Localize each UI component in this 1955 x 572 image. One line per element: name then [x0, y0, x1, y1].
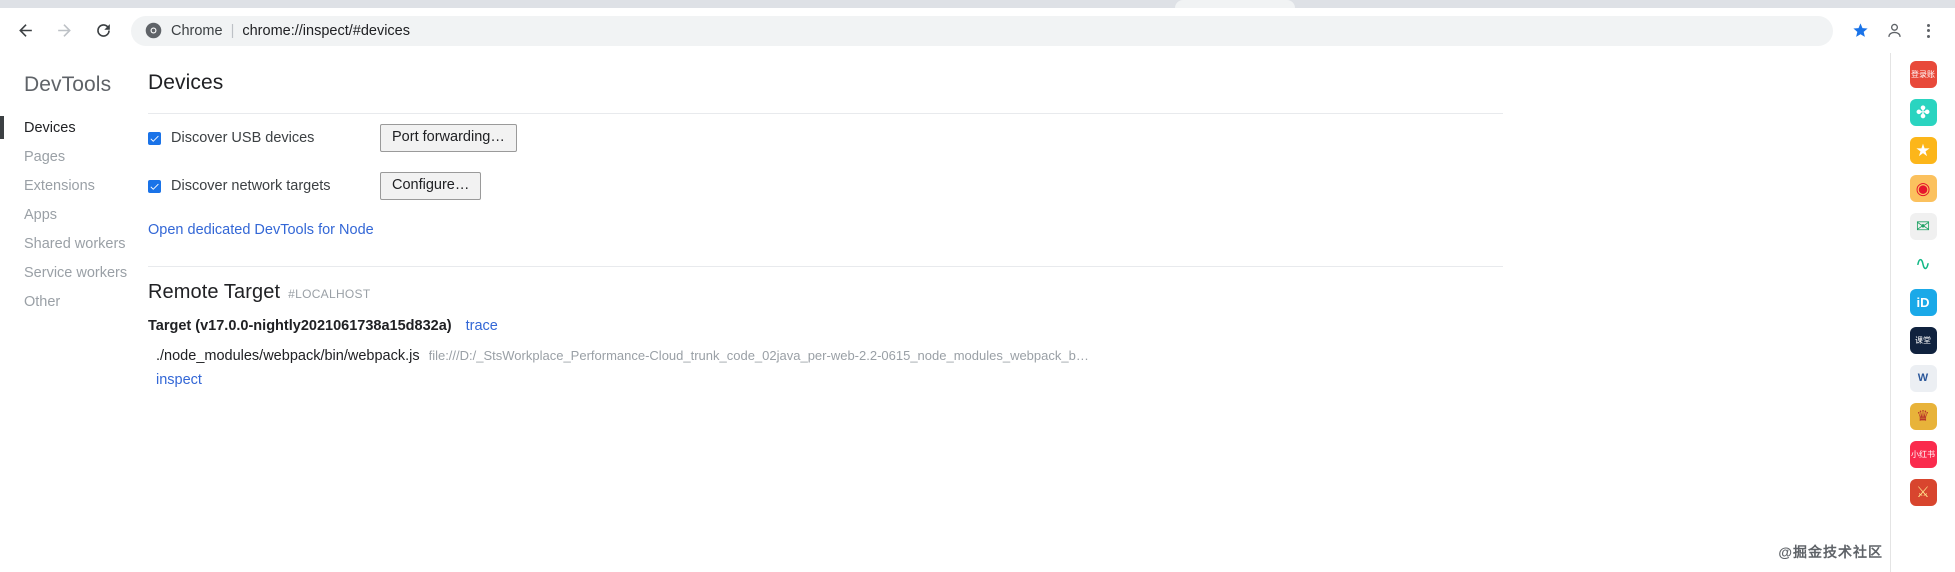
page-title: Devices	[148, 71, 224, 94]
wangjiao-extension-icon-glyph: 课堂	[1915, 335, 1931, 345]
sidebar-item-label: Shared workers	[24, 235, 126, 252]
clover-extension-icon-glyph: ✤	[1915, 103, 1931, 122]
id-extension-icon-glyph: iD	[1916, 295, 1930, 310]
cloud-extension-icon-glyph: ∿	[1915, 254, 1931, 275]
remote-target-subtitle: #LOCALHOST	[288, 287, 371, 301]
browser-tab[interactable]	[1175, 0, 1295, 8]
discover-network-targets-checkbox[interactable]	[148, 179, 161, 193]
browser-window: Chrome | chrome://inspect/#devices DevTo…	[0, 0, 1955, 572]
target-script-path: ./node_modules/webpack/bin/webpack.js	[156, 348, 420, 364]
discover-usb-devices-row: Discover USB devices Port forwarding…	[148, 114, 1503, 162]
omnibox-url-text: chrome://inspect/#devices	[242, 22, 410, 39]
chrome-logo-icon	[145, 22, 162, 39]
target-file-url: file:///D:/_StsWorkplace_Performance-Clo…	[428, 348, 1089, 363]
discover-network-targets-label: Discover network targets	[171, 178, 331, 194]
target-name-row: Target (v17.0.0-nightly2021061738a15d832…	[148, 318, 1503, 334]
game-avatar-extension-icon[interactable]: ♛	[1909, 403, 1937, 430]
target-detail-row: ./node_modules/webpack/bin/webpack.js fi…	[148, 348, 1503, 364]
star-filled-icon[interactable]	[1845, 16, 1875, 46]
open-dedicated-devtools-for-node-link[interactable]: Open dedicated DevTools for Node	[148, 222, 374, 238]
back-arrow-icon[interactable]	[8, 14, 42, 48]
word-doc-extension-icon-glyph: W	[1917, 372, 1929, 384]
star-extension-icon-glyph: ★	[1915, 141, 1931, 160]
discover-usb-devices-label: Discover USB devices	[171, 130, 315, 146]
three-dot-menu-icon[interactable]	[1913, 16, 1943, 46]
weibo-extension-icon[interactable]: ◉	[1909, 175, 1937, 202]
game-avatar-extension-icon-glyph: ♛	[1916, 408, 1930, 425]
configure-button[interactable]: Configure…	[380, 172, 482, 200]
target-name: Target (v17.0.0-nightly2021061738a15d832…	[148, 318, 452, 334]
sidebar-item-label: Other	[24, 293, 61, 310]
sidebar-item-pages[interactable]: Pages	[0, 142, 148, 171]
mail-extension-icon[interactable]: ✉	[1909, 213, 1937, 240]
devtools-inspect-page: DevTools Devices Pages Extensions Apps S…	[0, 53, 1955, 572]
extensions-rail: 登录账 ✤ ★ ◉ ✉ ∿ iD 课堂 W ♛ 小红书 ⚔	[1890, 53, 1955, 572]
reload-icon[interactable]	[86, 14, 120, 48]
wangjiao-extension-icon[interactable]: 课堂	[1909, 327, 1937, 354]
discover-usb-devices-checkbox[interactable]	[148, 131, 161, 145]
game2-extension-icon-glyph: ⚔	[1916, 484, 1930, 501]
target-entry: Target (v17.0.0-nightly2021061738a15d832…	[148, 318, 1503, 389]
sidebar-item-other[interactable]: Other	[0, 287, 148, 316]
devtools-sidebar: DevTools Devices Pages Extensions Apps S…	[0, 53, 148, 572]
page-body: DevTools Devices Pages Extensions Apps S…	[0, 53, 1955, 572]
weibo-extension-icon-glyph: ◉	[1915, 179, 1931, 198]
port-forwarding-button[interactable]: Port forwarding…	[380, 124, 517, 152]
sidebar-item-label: Pages	[24, 148, 66, 165]
sidebar-item-label: Devices	[24, 119, 76, 136]
sidebar-item-service-workers[interactable]: Service workers	[0, 258, 148, 287]
sidebar-title: DevTools	[24, 73, 112, 96]
clover-extension-icon[interactable]: ✤	[1909, 99, 1937, 126]
sidebar-item-devices[interactable]: Devices	[0, 113, 148, 142]
devtools-main-panel: Devices Discover USB devices Port forwar…	[148, 53, 1955, 572]
sidebar-item-shared-workers[interactable]: Shared workers	[0, 229, 148, 258]
remote-target-header: Remote Target #LOCALHOST	[148, 281, 1503, 304]
xiaohongshu-extension-icon-glyph: 小红书	[1911, 449, 1935, 459]
sidebar-nav-list: Devices Pages Extensions Apps Shared wor…	[0, 113, 148, 316]
inspect-link[interactable]: inspect	[156, 372, 202, 388]
cloud-extension-icon[interactable]: ∿	[1909, 251, 1937, 278]
remote-target-title: Remote Target	[148, 281, 281, 303]
sidebar-item-extensions[interactable]: Extensions	[0, 171, 148, 200]
address-bar[interactable]: Chrome | chrome://inspect/#devices	[131, 15, 1833, 46]
forward-arrow-icon[interactable]	[47, 14, 81, 48]
login-account-icon[interactable]: 登录账	[1909, 61, 1937, 88]
omnibox-separator: |	[230, 22, 235, 39]
star-extension-icon[interactable]: ★	[1909, 137, 1937, 164]
login-account-icon-glyph: 登录账	[1911, 69, 1935, 79]
profile-avatar-icon[interactable]	[1879, 16, 1909, 46]
xiaohongshu-extension-icon[interactable]: 小红书	[1909, 441, 1937, 468]
mail-extension-icon-glyph: ✉	[1915, 217, 1931, 236]
tab-strip	[0, 0, 1955, 8]
node-devtools-link-row: Open dedicated DevTools for Node	[148, 210, 1503, 250]
discover-network-targets-row: Discover network targets Configure…	[148, 162, 1503, 210]
trace-link[interactable]: trace	[466, 318, 498, 334]
sidebar-item-label: Service workers	[24, 264, 128, 281]
browser-toolbar: Chrome | chrome://inspect/#devices	[0, 8, 1955, 53]
sidebar-item-label: Apps	[24, 206, 58, 223]
game2-extension-icon[interactable]: ⚔	[1909, 479, 1937, 506]
sidebar-item-apps[interactable]: Apps	[0, 200, 148, 229]
watermark: @掘金技术社区	[1778, 544, 1883, 560]
word-doc-extension-icon[interactable]: W	[1909, 365, 1937, 392]
id-extension-icon[interactable]: iD	[1909, 289, 1937, 316]
omnibox-scheme-label: Chrome	[171, 22, 223, 39]
target-actions: inspect	[148, 371, 1503, 389]
sidebar-item-label: Extensions	[24, 177, 95, 194]
divider	[148, 266, 1503, 267]
